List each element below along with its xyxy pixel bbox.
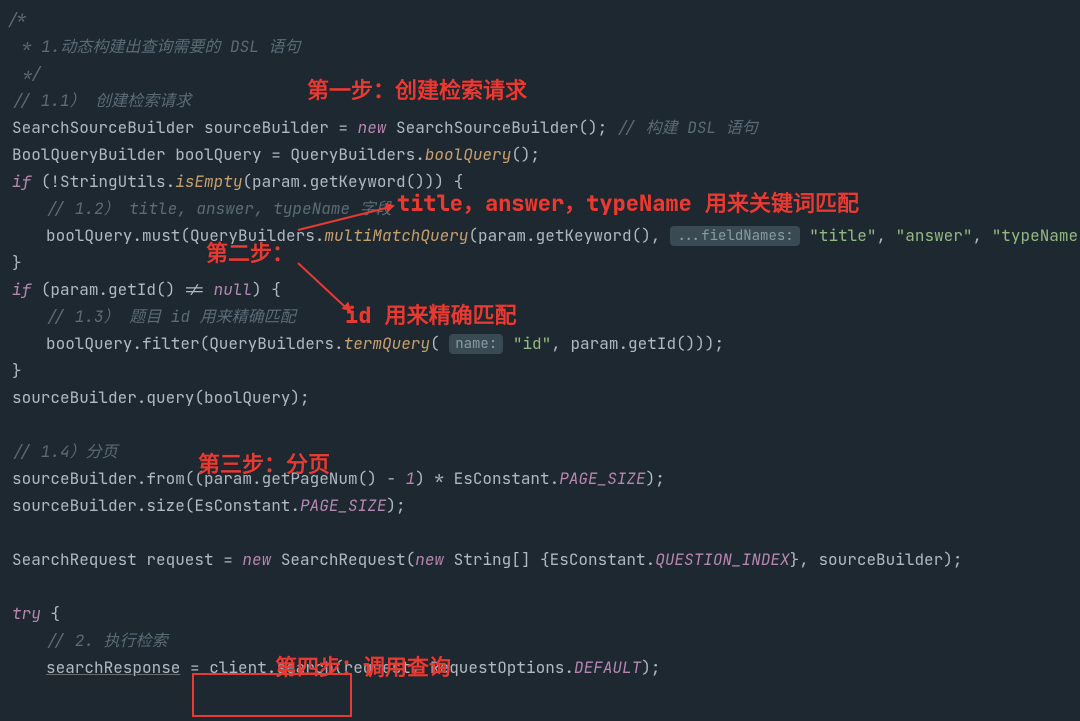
annotation-step2: 第二步： (206, 240, 294, 267)
code-line: SearchRequest request = new SearchReques… (8, 546, 1080, 573)
annotation-step3: 第三步：分页 (198, 451, 330, 478)
code-line: sourceBuilder.query(boolQuery); (8, 384, 1080, 411)
code-line: boolQuery.must(QueryBuilders.multiMatchQ… (8, 222, 1080, 249)
code-line: sourceBuilder.from((param.getPageNum() -… (8, 465, 1080, 492)
blank-line (8, 573, 1080, 600)
blank-line (8, 519, 1080, 546)
code-line: try { (8, 600, 1080, 627)
code-line: * 1.动态构建出查询需要的 DSL 语句 (8, 33, 1080, 60)
code-line: // 1.4）分页 (8, 438, 1080, 465)
code-line: */ (8, 60, 1080, 87)
code-line: boolQuery.filter(QueryBuilders.termQuery… (8, 330, 1080, 357)
code-line: searchResponse = client.search(request, … (8, 654, 1080, 681)
code-line: SearchSourceBuilder sourceBuilder = new … (8, 114, 1080, 141)
code-line: } (8, 357, 1080, 384)
code-line: /* (8, 6, 1080, 33)
param-hint: name: (449, 334, 503, 354)
annotation-box (192, 673, 352, 717)
annotation-step1: 第一步：创建检索请求 (307, 77, 527, 104)
code-line: sourceBuilder.size(EsConstant.PAGE_SIZE)… (8, 492, 1080, 519)
param-hint: ...fieldNames: (670, 226, 800, 246)
code-line: // 1.1） 创建检索请求 (8, 87, 1080, 114)
annotation-multimatch: title，answer，typeName 用来关键词匹配 (397, 190, 859, 217)
annotation-idmatch: id 用来精确匹配 (345, 302, 517, 329)
code-line: // 2. 执行检索 (8, 627, 1080, 654)
blank-line (8, 411, 1080, 438)
code-line: } (8, 249, 1080, 276)
code-editor[interactable]: /* * 1.动态构建出查询需要的 DSL 语句 */ // 1.1） 创建检索… (0, 0, 1080, 681)
code-line: BoolQueryBuilder boolQuery = QueryBuilde… (8, 141, 1080, 168)
code-line: // 1.3） 题目 id 用来精确匹配 (8, 303, 1080, 330)
code-line: if (param.getId() != null) { (8, 276, 1080, 303)
